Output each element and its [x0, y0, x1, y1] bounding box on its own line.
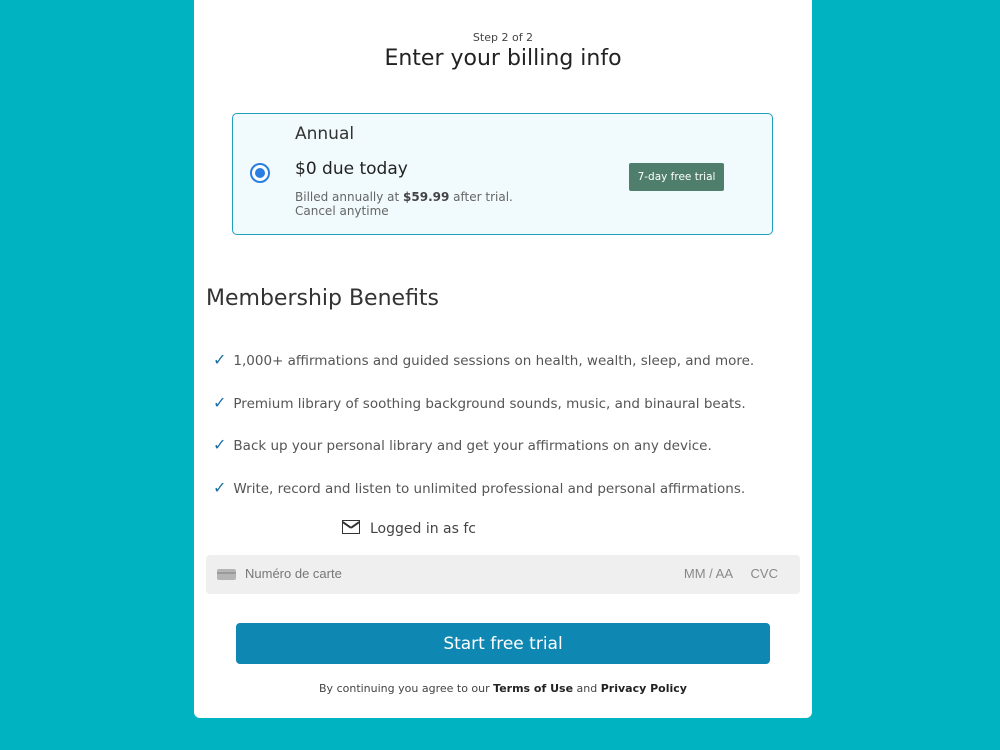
check-icon: ✓ — [213, 478, 227, 497]
legal-and: and — [573, 682, 601, 695]
benefit-text: Back up your personal library and get yo… — [233, 438, 712, 454]
benefit-text: Write, record and listen to unlimited pr… — [233, 481, 746, 497]
logged-in-status: Logged in as fc — [342, 520, 662, 542]
plan-note-suffix: after trial. — [449, 190, 513, 204]
plan-note-prefix: Billed annually at — [295, 190, 404, 204]
start-free-trial-button[interactable]: Start free trial — [236, 623, 770, 664]
plan-option-annual[interactable]: Annual $0 due today Billed annually at $… — [232, 113, 773, 235]
plan-radio-button[interactable] — [250, 163, 270, 183]
logged-in-label: Logged in as fc — [370, 521, 477, 537]
legal-notice: By continuing you agree to our Terms of … — [194, 682, 812, 695]
benefit-item: ✓ Premium library of soothing background … — [213, 393, 746, 412]
benefit-text: Premium library of soothing background s… — [233, 396, 746, 412]
benefit-text: 1,000+ affirmations and guided sessions … — [233, 353, 755, 369]
benefits-title: Membership Benefits — [206, 286, 440, 311]
card-expiry-placeholder[interactable]: MM / AA — [684, 566, 733, 581]
benefit-item: ✓ Back up your personal library and get y… — [213, 435, 712, 454]
plan-due-today: $0 due today — [295, 159, 408, 179]
credit-card-icon — [217, 569, 236, 580]
step-indicator: Step 2 of 2 — [472, 31, 534, 44]
check-icon: ✓ — [213, 435, 227, 454]
benefit-item: ✓ 1,000+ affirmations and guided sessions… — [213, 350, 754, 369]
card-cvc-placeholder[interactable]: CVC — [751, 566, 778, 581]
free-trial-badge: 7-day free trial — [629, 163, 724, 191]
page-title: Enter your billing info — [384, 46, 622, 71]
check-icon: ✓ — [213, 350, 227, 369]
card-number-placeholder[interactable]: Numéro de carte — [245, 566, 342, 581]
check-icon: ✓ — [213, 393, 227, 412]
legal-prefix: By continuing you agree to our — [319, 682, 494, 695]
terms-of-use-link[interactable]: Terms of Use — [493, 682, 573, 695]
plan-name: Annual — [295, 124, 355, 144]
mail-icon — [342, 520, 360, 534]
billing-card: Step 2 of 2 Enter your billing info Annu… — [194, 0, 812, 718]
card-number-input[interactable]: Numéro de carte MM / AA CVC — [206, 555, 800, 594]
privacy-policy-link[interactable]: Privacy Policy — [601, 682, 687, 695]
benefit-item: ✓ Write, record and listen to unlimited p… — [213, 478, 745, 497]
plan-price: $59.99 — [403, 190, 450, 204]
plan-billing-note: Billed annually at $59.99 after trial. C… — [295, 190, 513, 218]
plan-cancel-note: Cancel anytime — [295, 204, 389, 218]
